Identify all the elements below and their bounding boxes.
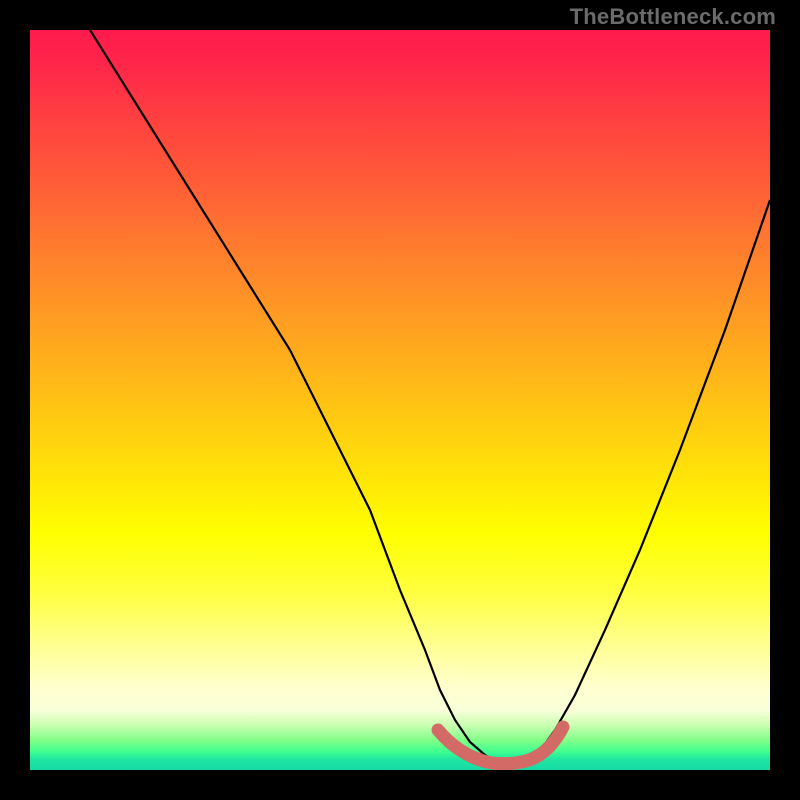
- watermark-text: TheBottleneck.com: [570, 4, 776, 30]
- chart-frame: TheBottleneck.com: [0, 0, 800, 800]
- optimal-zone-marker: [30, 30, 770, 770]
- plot-area: [30, 30, 770, 770]
